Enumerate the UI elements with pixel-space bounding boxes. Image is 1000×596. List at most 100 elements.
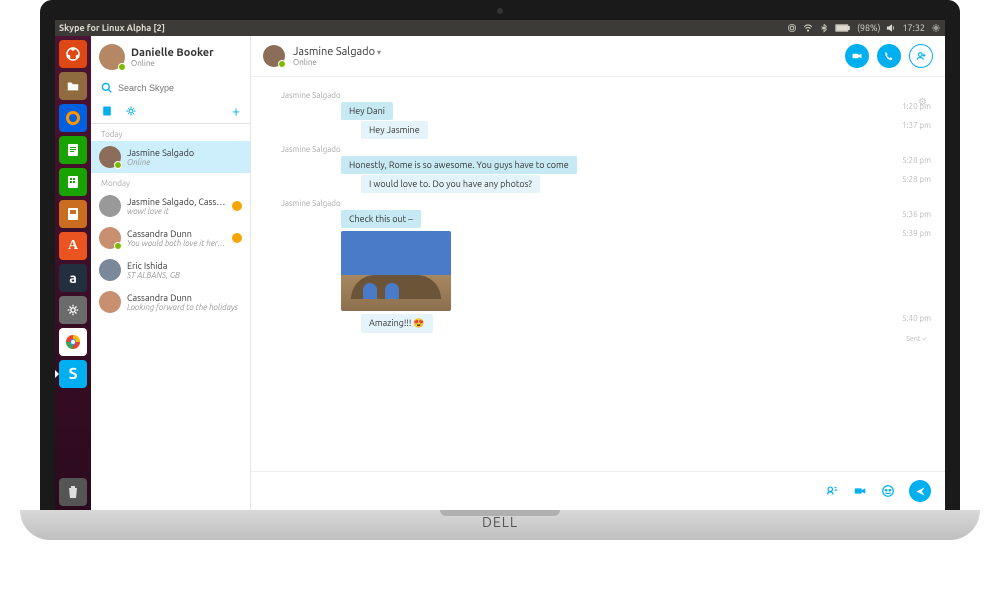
message-in: Check this out –5:36 pm — [341, 210, 931, 228]
wifi-icon[interactable] — [803, 23, 813, 33]
ubuntu-top-bar: Skype for Linux Alpha [2] (98%) 17:32 — [55, 20, 945, 36]
contact-sub: Online — [127, 158, 242, 167]
message-text: I would love to. Do you have any photos? — [361, 175, 540, 193]
section-monday: Monday — [91, 173, 250, 190]
user-name: Danielle Booker — [131, 47, 214, 59]
delivery-status: Sent ✓ — [341, 335, 931, 343]
contact-name: Cassandra Dunn — [127, 293, 242, 303]
message-out: Hey Jasmine 1:37 pm — [341, 121, 931, 139]
message-image[interactable]: 5:39 pm — [341, 229, 931, 313]
sender-label: Jasmine Salgado — [281, 145, 931, 154]
contact-item[interactable]: Jasmine SalgadoOnline — [91, 141, 250, 173]
launcher-firefox[interactable] — [59, 104, 87, 132]
contact-item[interactable]: Eric IshidaST ALBANS, GB — [91, 254, 250, 286]
settings-tab-icon[interactable] — [125, 105, 137, 117]
contact-item[interactable]: Jasmine Salgado, Cassan…wow! love it — [91, 190, 250, 222]
launcher-skype[interactable]: S — [59, 360, 87, 388]
sidebar-tabs: + — [91, 97, 250, 124]
contact-sub: wow! love it — [127, 207, 226, 216]
launcher-dash[interactable] — [59, 40, 87, 68]
window-title: Skype for Linux Alpha [2] — [59, 23, 787, 33]
contact-name: Jasmine Salgado — [127, 148, 242, 158]
battery-icon[interactable] — [835, 23, 851, 33]
avatar — [99, 195, 121, 217]
launcher-software[interactable]: A — [59, 232, 87, 260]
message-text: Check this out – — [341, 210, 421, 228]
network-icon[interactable] — [787, 23, 797, 33]
search-icon — [101, 82, 112, 93]
message-time: 5:39 pm — [892, 229, 931, 238]
launcher-files[interactable] — [59, 72, 87, 100]
battery-percent: (98%) — [857, 23, 880, 33]
contacts-tab-icon[interactable] — [101, 105, 113, 117]
message-out: I would love to. Do you have any photos?… — [341, 175, 931, 193]
launcher-chrome[interactable] — [59, 328, 87, 356]
status-online-icon — [114, 161, 122, 169]
add-participant-button[interactable] — [909, 44, 933, 68]
search-box[interactable] — [91, 78, 250, 97]
laptop-base: DELL — [20, 510, 980, 540]
message-time: 5:40 pm — [892, 314, 931, 323]
contact-sub: Looking forward to the holidays — [127, 303, 242, 312]
contact-name: Cassandra Dunn — [127, 229, 226, 239]
video-message-icon[interactable] — [853, 484, 867, 498]
message-text: Honestly, Rome is so awesome. You guys h… — [341, 156, 577, 174]
contact-sub: You would both love it here – we're havi… — [127, 239, 226, 248]
contact-item[interactable]: Cassandra DunnLooking forward to the hol… — [91, 286, 250, 318]
contact-item[interactable]: Cassandra DunnYou would both love it her… — [91, 222, 250, 254]
sender-label: Jasmine Salgado — [281, 199, 931, 208]
launcher-settings[interactable] — [59, 296, 87, 324]
system-indicators[interactable]: (98%) 17:32 — [787, 23, 941, 33]
message-text: Hey Jasmine — [361, 121, 428, 139]
message-list[interactable]: Jasmine Salgado Hey Dani1:20 pm Hey Jasm… — [251, 77, 945, 471]
image-attachment[interactable] — [341, 231, 451, 311]
chat-header: Jasmine Salgado▾ Online — [251, 36, 945, 77]
laptop-frame: Skype for Linux Alpha [2] (98%) 17:32 — [40, 0, 960, 566]
message-time: 1:37 pm — [892, 121, 931, 130]
status-online-icon — [118, 63, 126, 71]
launcher-writer[interactable] — [59, 136, 87, 164]
message-text: Hey Dani — [341, 102, 393, 120]
voice-call-button[interactable] — [877, 44, 901, 68]
volume-icon[interactable] — [886, 23, 896, 33]
chevron-down-icon[interactable]: ▾ — [377, 48, 381, 57]
current-user[interactable]: Danielle Booker Online — [91, 36, 250, 78]
clock: 17:32 — [902, 23, 925, 33]
message-time: 5:28 pm — [892, 156, 931, 165]
launcher-calc[interactable] — [59, 168, 87, 196]
avatar — [99, 227, 121, 249]
contact-name: Eric Ishida — [127, 261, 242, 271]
bluetooth-icon[interactable] — [819, 23, 829, 33]
status-online-icon — [114, 242, 122, 250]
emoji-icon[interactable] — [881, 484, 895, 498]
avatar[interactable] — [263, 45, 285, 67]
avatar — [99, 291, 121, 313]
launcher-impress[interactable] — [59, 200, 87, 228]
new-conversation-button[interactable]: + — [232, 103, 240, 119]
screen-bezel: Skype for Linux Alpha [2] (98%) 17:32 — [40, 0, 960, 510]
avatar — [99, 146, 121, 168]
launcher-trash[interactable] — [59, 478, 87, 506]
section-today: Today — [91, 124, 250, 141]
video-call-button[interactable] — [845, 44, 869, 68]
contact-card-icon[interactable] — [825, 484, 839, 498]
avatar — [99, 259, 121, 281]
contact-list: Jasmine SalgadoOnline Monday Jasmine Sal… — [91, 141, 250, 510]
status-online-icon — [278, 60, 286, 68]
message-in: Hey Dani1:20 pm — [341, 102, 931, 120]
skype-app: Danielle Booker Online + — [91, 36, 945, 510]
chat-title[interactable]: Jasmine Salgado — [293, 46, 375, 58]
launcher-amazon[interactable]: a — [59, 264, 87, 292]
contact-sub: ST ALBANS, GB — [127, 271, 242, 280]
search-input[interactable] — [118, 83, 240, 93]
contact-name: Jasmine Salgado, Cassan… — [127, 197, 226, 207]
gear-icon[interactable] — [931, 23, 941, 33]
send-button[interactable] — [909, 480, 931, 502]
avatar — [99, 44, 125, 70]
message-out: Amazing!!! 😍 5:40 pm — [341, 314, 931, 333]
message-text: Amazing!!! 😍 — [361, 314, 433, 333]
unity-launcher: A a S — [55, 36, 91, 510]
chat-subtitle: Online — [293, 58, 837, 67]
conversation-sidebar: Danielle Booker Online + — [91, 36, 251, 510]
message-time: 5:28 pm — [892, 175, 931, 184]
